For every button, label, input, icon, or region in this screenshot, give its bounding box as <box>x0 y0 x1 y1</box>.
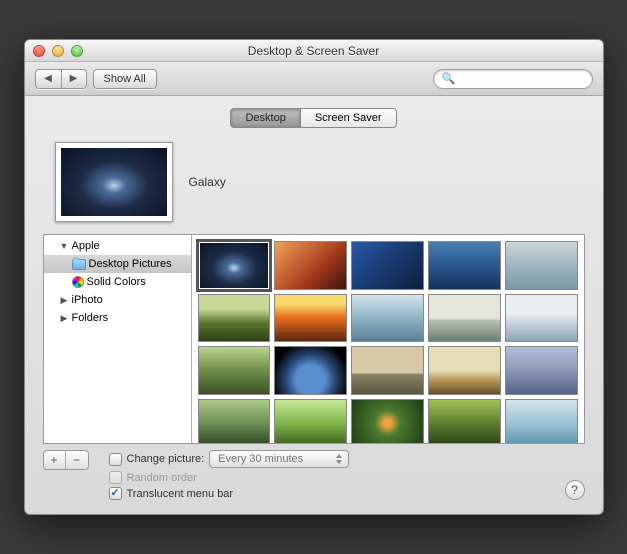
search-icon: 🔍 <box>442 72 456 85</box>
wallpaper-thumb[interactable] <box>198 399 271 443</box>
wallpaper-thumb[interactable] <box>274 346 347 395</box>
tab-screensaver[interactable]: Screen Saver <box>300 108 397 128</box>
tab-desktop[interactable]: Desktop <box>230 108 299 128</box>
nav-group: ◀ ▶ <box>35 69 87 89</box>
chevron-right-icon[interactable]: ▶ <box>60 313 69 324</box>
sidebar-item-label: Desktop Pictures <box>89 258 172 270</box>
sidebar-item-apple[interactable]: ▼ Apple <box>44 237 191 255</box>
wallpaper-thumb[interactable] <box>274 294 347 343</box>
remove-button[interactable]: − <box>66 451 88 469</box>
wallpaper-thumb[interactable] <box>505 241 578 290</box>
sidebar-item-folders[interactable]: ▶ Folders <box>44 309 191 327</box>
wallpaper-thumb[interactable] <box>351 294 424 343</box>
sidebar-item-label: iPhoto <box>72 294 103 306</box>
source-list[interactable]: ▼ Apple Desktop Pictures Solid Colors ▶ … <box>44 235 192 443</box>
titlebar[interactable]: Desktop & Screen Saver <box>25 40 603 62</box>
wallpaper-thumb[interactable] <box>505 294 578 343</box>
wallpaper-thumb[interactable] <box>198 294 271 343</box>
preview-image <box>61 148 167 216</box>
folder-icon <box>72 259 86 270</box>
random-order-row: Random order <box>109 471 350 484</box>
bottom-bar: + − Change picture: Every 30 minutes Ran… <box>43 450 585 500</box>
add-remove-group: + − <box>43 450 89 470</box>
change-picture-row: Change picture: Every 30 minutes <box>109 450 350 468</box>
translucent-row: Translucent menu bar <box>109 487 350 500</box>
wallpaper-thumb[interactable] <box>428 399 501 443</box>
translucent-checkbox[interactable] <box>109 487 122 500</box>
wallpaper-thumb[interactable] <box>428 294 501 343</box>
wallpaper-thumb[interactable] <box>505 346 578 395</box>
random-order-label: Random order <box>127 472 197 484</box>
content: Desktop Screen Saver Galaxy ▼ Apple Desk… <box>25 96 603 514</box>
sidebar-item-label: Solid Colors <box>87 276 146 288</box>
change-picture-checkbox[interactable] <box>109 453 122 466</box>
toolbar: ◀ ▶ Show All 🔍 <box>25 62 603 96</box>
wallpaper-thumb[interactable] <box>428 241 501 290</box>
show-all-button[interactable]: Show All <box>93 69 157 89</box>
split-view: ▼ Apple Desktop Pictures Solid Colors ▶ … <box>43 234 585 444</box>
sidebar-item-solid-colors[interactable]: Solid Colors <box>44 273 191 291</box>
translucent-label: Translucent menu bar <box>127 488 234 500</box>
tabs: Desktop Screen Saver <box>43 108 585 128</box>
wallpaper-thumb[interactable] <box>505 399 578 443</box>
wallpaper-thumb[interactable] <box>198 241 271 290</box>
sidebar-item-label: Folders <box>72 312 109 324</box>
wallpaper-thumb[interactable] <box>351 399 424 443</box>
wallpaper-name: Galaxy <box>189 175 226 189</box>
help-button[interactable]: ? <box>565 480 585 500</box>
prefs-window: Desktop & Screen Saver ◀ ▶ Show All 🔍 De… <box>24 39 604 515</box>
interval-popup[interactable]: Every 30 minutes <box>209 450 349 468</box>
add-button[interactable]: + <box>44 451 66 469</box>
random-order-checkbox <box>109 471 122 484</box>
sidebar-item-label: Apple <box>72 240 100 252</box>
back-button[interactable]: ◀ <box>35 69 61 89</box>
search-field[interactable]: 🔍 <box>433 69 593 89</box>
preview-row: Galaxy <box>43 138 585 234</box>
options: Change picture: Every 30 minutes Random … <box>109 450 350 500</box>
color-wheel-icon <box>72 276 84 288</box>
sidebar-item-iphoto[interactable]: ▶ iPhoto <box>44 291 191 309</box>
chevron-right-icon[interactable]: ▶ <box>60 295 69 306</box>
sidebar-item-desktop-pictures[interactable]: Desktop Pictures <box>44 255 191 273</box>
change-picture-label: Change picture: <box>127 453 205 465</box>
wallpaper-thumb[interactable] <box>274 241 347 290</box>
wallpaper-thumb[interactable] <box>351 346 424 395</box>
wallpaper-thumb[interactable] <box>274 399 347 443</box>
wallpaper-thumb[interactable] <box>428 346 501 395</box>
window-title: Desktop & Screen Saver <box>25 44 603 58</box>
preview-frame <box>55 142 173 222</box>
search-input[interactable] <box>459 73 583 85</box>
wallpaper-thumb[interactable] <box>198 346 271 395</box>
chevron-down-icon[interactable]: ▼ <box>60 241 69 251</box>
thumbnail-grid[interactable] <box>192 235 584 443</box>
forward-button[interactable]: ▶ <box>61 69 87 89</box>
wallpaper-thumb[interactable] <box>351 241 424 290</box>
